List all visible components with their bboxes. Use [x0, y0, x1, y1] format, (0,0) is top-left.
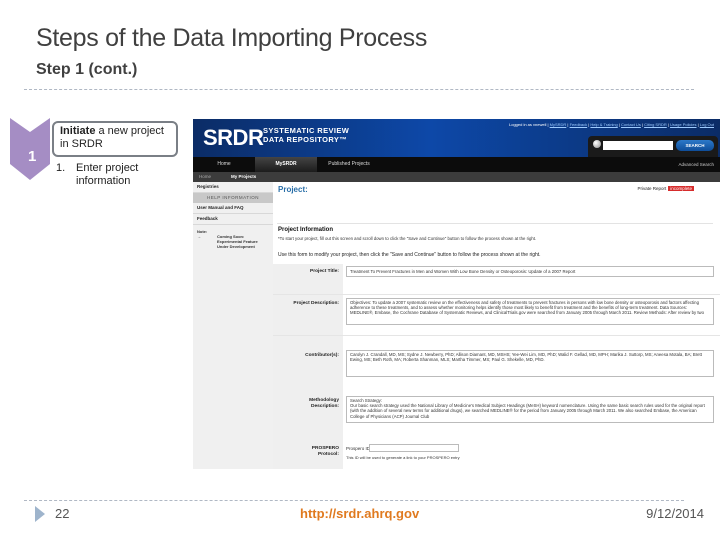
prospero-label-2: Protocol: — [317, 452, 339, 457]
prospero-label: PROSPERO Protocol: — [273, 446, 339, 458]
substep-number: 1. — [56, 162, 66, 174]
srdr-banner: SRDR SYSTEMATIC REVIEW DATA REPOSITORY™ … — [193, 119, 720, 158]
footer-date: 9/12/2014 — [646, 506, 704, 521]
link-mysrdr[interactable]: MySRDR — [550, 122, 567, 127]
slide-title: Steps of the Data Importing Process — [36, 24, 428, 52]
top-divider — [24, 89, 694, 90]
substep: 1. Enter project information — [56, 162, 166, 188]
link-citing-srdr[interactable]: Citing SRDR — [644, 122, 667, 127]
breadcrumb: Home My Projects — [193, 172, 720, 182]
project-description-label: Project Description: — [293, 301, 339, 306]
logo-line-1: SYSTEMATIC REVIEW — [263, 126, 350, 135]
srdr-logo[interactable]: SRDR — [203, 125, 264, 151]
breadcrumb-home[interactable]: Home — [199, 172, 211, 182]
methodology-textarea[interactable]: Search Strategy: Our basic search strate… — [346, 396, 714, 423]
search-input[interactable] — [603, 141, 673, 150]
nav-published-projects[interactable]: Published Projects — [317, 157, 381, 172]
main-nav: Home MySRDR Published Projects Advanced … — [193, 157, 720, 172]
project-info-heading: Project Information — [278, 227, 334, 233]
footer-url[interactable]: http://srdr.ahrq.gov — [300, 506, 419, 521]
page-number: 22 — [55, 506, 70, 521]
contributors-label: Contributor(s): — [305, 353, 339, 358]
breadcrumb-my-projects: My Projects — [231, 174, 257, 179]
advanced-search-link[interactable]: Advanced Search — [678, 157, 714, 172]
prospero-id-label: Prospero ID: — [346, 446, 372, 451]
methodology-label: Methodology Description: — [273, 398, 339, 410]
sidebar-note: Note: → Coming Soon: Experimental Feature… — [193, 225, 273, 253]
callout-bold: Initiate — [60, 125, 96, 137]
section-divider — [277, 223, 713, 224]
status-badge: incomplete — [668, 186, 694, 191]
nav-mysrdr[interactable]: MySRDR — [255, 157, 317, 172]
top-links: Logged in as vnewell | MySRDR | Feedback… — [509, 122, 714, 127]
substep-text: Enter project information — [76, 162, 139, 187]
note-text: Coming Soon: Experimental Feature Under … — [217, 234, 258, 249]
sidebar-item-feedback[interactable]: Feedback — [193, 214, 273, 225]
bottom-divider — [24, 500, 684, 501]
logo-line-2: DATA REPOSITORY™ — [263, 135, 348, 144]
link-help-training[interactable]: Help & Training — [590, 122, 617, 127]
sidebar-item-registries[interactable]: Registries — [193, 182, 273, 193]
private-report-label: Private Report — [637, 186, 667, 191]
project-title-input[interactable]: Treatment To Prevent Fractures in Men an… — [346, 266, 714, 277]
nav-home[interactable]: Home — [193, 157, 255, 172]
search-bar: SEARCH — [588, 136, 718, 158]
project-heading: Project: — [278, 185, 308, 194]
row-divider — [273, 294, 720, 295]
project-info-note: *To start your project, fill out this sc… — [278, 236, 537, 241]
project-description-textarea[interactable]: Objectives: To update a 2007 systematic … — [346, 298, 714, 325]
note-arrow-icon: → — [197, 234, 201, 239]
project-title-label: Project Title: — [310, 269, 339, 274]
private-report: Private Report incomplete — [637, 186, 694, 191]
link-usage-policies[interactable]: Usage Policies — [670, 122, 696, 127]
step-callout: Initiate a new project in SRDR — [52, 121, 178, 157]
sidebar: Registries HELP INFORMATION User Manual … — [193, 182, 273, 469]
link-feedback[interactable]: Feedback — [570, 122, 588, 127]
search-orb-icon — [593, 140, 601, 148]
use-form-note: Use this form to modify your project, th… — [278, 252, 541, 258]
step-number: 1 — [28, 148, 37, 165]
link-contact-us[interactable]: Contact Us — [621, 122, 641, 127]
main-content: Project: Private Report incomplete Projec… — [273, 182, 720, 469]
methodology-label-2: Description: — [311, 404, 339, 409]
prospero-help-text: This ID will be used to generate a link … — [346, 455, 460, 460]
contributors-textarea[interactable]: Carolyn J. Crandall, MD, MS; Sydne J. Ne… — [346, 350, 714, 377]
search-button[interactable]: SEARCH — [676, 140, 714, 151]
sidebar-help-header: HELP INFORMATION — [193, 193, 273, 203]
sidebar-item-user-manual[interactable]: User Manual and FAQ — [193, 203, 273, 214]
srdr-logo-subtitle: SYSTEMATIC REVIEW DATA REPOSITORY™ — [263, 126, 349, 144]
footer-arrow-icon — [35, 506, 45, 522]
logged-in-text: Logged in as vnewell | — [509, 122, 550, 127]
link-log-out[interactable]: Log Out — [700, 122, 714, 127]
srdr-screenshot: SRDR SYSTEMATIC REVIEW DATA REPOSITORY™ … — [193, 119, 720, 469]
row-divider — [273, 335, 720, 336]
prospero-id-input[interactable] — [369, 444, 459, 452]
slide-subtitle: Step 1 (cont.) — [36, 61, 138, 78]
